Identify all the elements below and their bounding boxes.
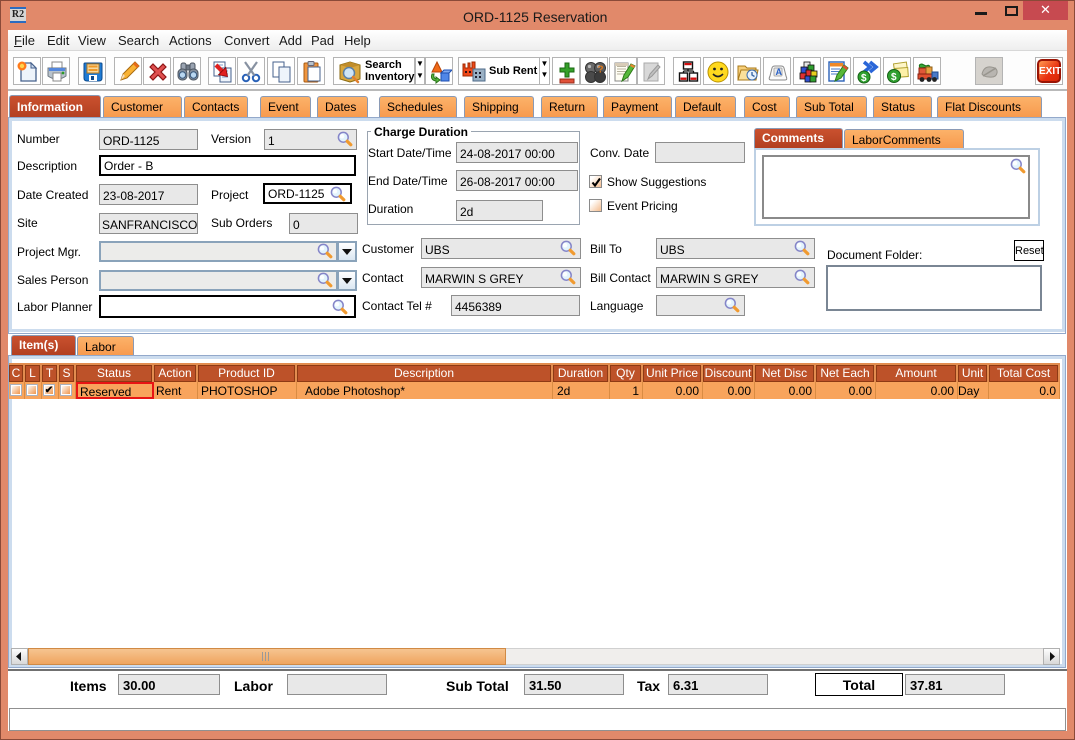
svg-text:$: $: [891, 72, 897, 83]
svg-text:A: A: [776, 67, 783, 77]
svg-text:$: $: [861, 73, 867, 84]
svg-text:?: ?: [598, 65, 604, 76]
